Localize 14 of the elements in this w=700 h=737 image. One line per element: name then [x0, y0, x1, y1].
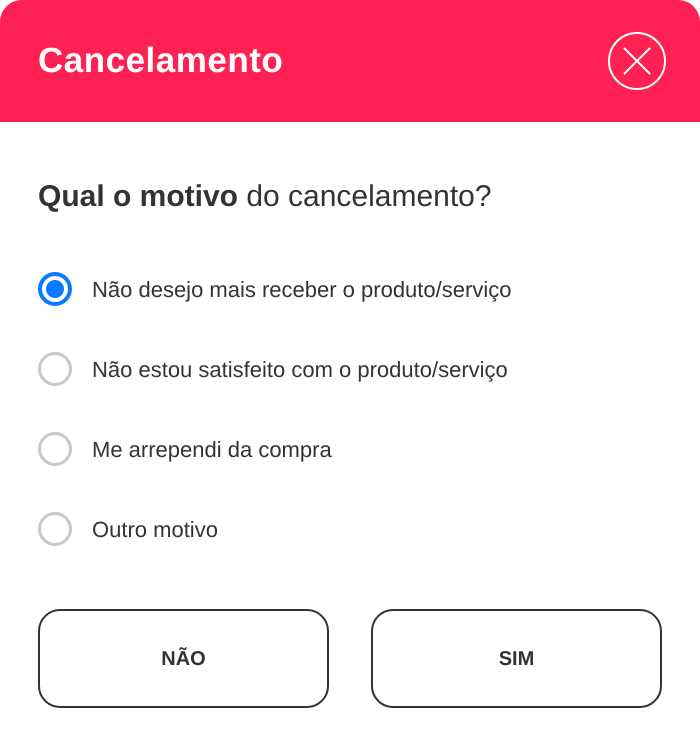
close-icon	[622, 46, 652, 76]
radio-button[interactable]	[38, 432, 72, 466]
radio-option[interactable]: Me arrependi da compra	[38, 409, 662, 489]
radio-button[interactable]	[38, 272, 72, 306]
close-button[interactable]	[608, 32, 666, 90]
radio-option[interactable]: Outro motivo	[38, 489, 662, 569]
question-text: Qual o motivo do cancelamento?	[38, 179, 493, 215]
radio-option[interactable]: Não estou satisfeito com o produto/serviço	[38, 329, 662, 409]
no-button[interactable]: NÃO	[38, 609, 329, 708]
radio-button[interactable]	[38, 352, 72, 386]
radio-button[interactable]	[38, 512, 72, 546]
yes-button[interactable]: SIM	[371, 609, 662, 708]
radio-option[interactable]: Não desejo mais receber o produto/serviço	[38, 249, 662, 329]
dialog-title: Cancelamento	[38, 40, 284, 82]
